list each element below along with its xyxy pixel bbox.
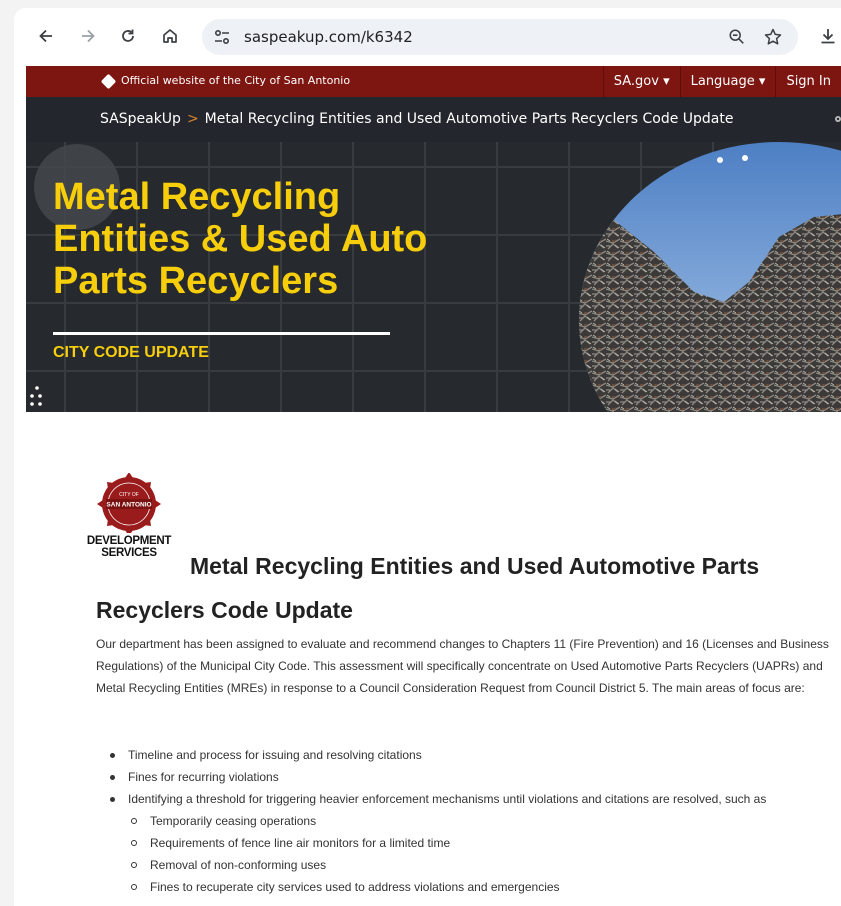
back-icon[interactable]	[32, 22, 60, 50]
hero-banner: Metal Recycling Entities & Used Auto Par…	[26, 142, 841, 412]
list-item: Identifying a threshold for triggering h…	[96, 788, 836, 898]
official-website-bar: Official website of the City of San Anto…	[26, 66, 841, 97]
seal-top-text: CITY OF	[119, 492, 139, 498]
reload-icon[interactable]	[114, 22, 142, 50]
banner-subtitle: CITY CODE UPDATE	[53, 344, 209, 361]
list-item-text: Identifying a threshold for triggering h…	[128, 792, 767, 806]
intro-paragraph: Our department has been assigned to eval…	[96, 637, 829, 695]
sign-in-link[interactable]: Sign In	[775, 66, 841, 97]
site-info-icon[interactable]	[210, 25, 234, 49]
page-title-text: Metal Recycling Entities and Used Automo…	[96, 553, 760, 623]
home-icon[interactable]	[156, 22, 184, 50]
official-notice: Official website of the City of San Anto…	[121, 74, 351, 87]
language-dropdown[interactable]: Language ▾	[679, 66, 776, 97]
breadcrumb-current: Metal Recycling Entities and Used Automo…	[204, 111, 734, 127]
zoom-icon[interactable]	[726, 26, 748, 48]
breadcrumb-bar: SASpeakUp > Metal Recycling Entities and U…	[26, 97, 841, 142]
address-bar[interactable]: saspeakup.com/k6342	[202, 19, 798, 55]
seal-main-text: SAN ANTONIO	[106, 502, 151, 509]
official-links: SA.gov ▾ Language ▾ Sign In	[602, 66, 841, 97]
sub-list: Temporarily ceasing operations Requireme…	[96, 810, 836, 898]
list-item: Timeline and process for issuing and res…	[96, 744, 836, 766]
breadcrumb: SASpeakUp > Metal Recycling Entities and U…	[100, 111, 733, 127]
gear-icon[interactable]	[831, 112, 841, 126]
banner-title-line: Parts Recyclers	[53, 260, 339, 302]
download-icon[interactable]	[814, 22, 841, 50]
banner-title-line: Metal Recycling	[53, 176, 341, 218]
sub-list-item: Temporarily ceasing operations	[96, 810, 836, 832]
official-diamond-icon	[100, 73, 117, 90]
breadcrumb-separator: >	[186, 111, 199, 127]
bookmark-star-icon[interactable]	[762, 26, 784, 48]
sub-list-item: Removal of non-conforming uses	[96, 854, 836, 876]
url-text[interactable]: saspeakup.com/k6342	[244, 28, 413, 46]
city-seal-icon: CITY OF SAN ANTONIO	[97, 472, 161, 536]
focus-list: Timeline and process for issuing and res…	[96, 744, 836, 898]
sub-list-item: Fines to recuperate city services used t…	[96, 876, 836, 898]
sub-list-item: Requirements of fence line air monitors …	[96, 832, 836, 854]
banner-title: Metal Recycling Entities & Used Auto Par…	[53, 176, 573, 302]
browser-toolbar: saspeakup.com/k6342	[14, 8, 841, 66]
banner-dots-decoration	[30, 386, 42, 406]
banner-title-line: Entities & Used Auto	[53, 218, 428, 260]
scrap-metal-photo	[579, 142, 841, 412]
browser-window: saspeakup.com/k6342 Official website of …	[14, 8, 841, 906]
sa-gov-dropdown[interactable]: SA.gov ▾	[602, 66, 680, 97]
banner-divider	[53, 332, 390, 335]
list-item: Fines for recurring violations	[96, 766, 836, 788]
forward-icon[interactable]	[74, 22, 102, 50]
breadcrumb-home[interactable]: SASpeakUp	[100, 111, 181, 127]
page-title: Metal Recycling Entities and Used Automo…	[96, 544, 836, 632]
